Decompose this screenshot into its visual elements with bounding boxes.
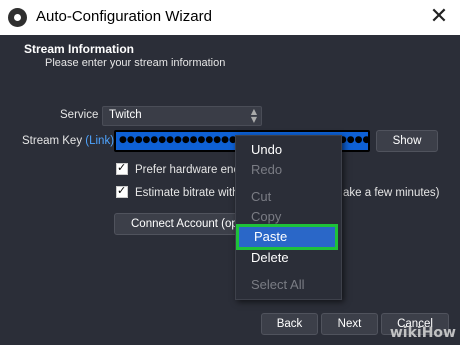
menu-item-paste[interactable]: Paste (236, 224, 338, 250)
context-menu: Undo Redo Cut Copy Paste Delete Select A… (235, 135, 342, 300)
page-subheading: Please enter your stream information (45, 57, 226, 69)
spin-arrows-icon: ▲ ▼ (250, 107, 257, 124)
service-label: Service (60, 109, 99, 121)
stream-key-label: Stream Key (Link) (22, 135, 114, 147)
next-button[interactable]: Next (321, 313, 378, 335)
menu-item-copy: Copy (251, 209, 282, 224)
wikihow-watermark: wikiHow (389, 325, 456, 341)
page-heading: Stream Information (24, 42, 135, 56)
prefer-hardware-checkbox-icon[interactable] (116, 161, 128, 175)
show-button[interactable]: Show (376, 130, 438, 152)
estimate-bitrate-label: Estimate bitrate with (135, 187, 239, 199)
menu-item-delete[interactable]: Delete (236, 248, 341, 268)
stream-key-text: Stream Key (22, 135, 83, 147)
obs-logo-icon (8, 8, 27, 27)
menu-item-cut: Cut (251, 189, 272, 204)
service-value: Twitch (109, 109, 142, 121)
menu-item-redo: Redo (251, 162, 283, 177)
estimate-bitrate-checkbox-icon[interactable] (116, 184, 128, 198)
stream-key-link[interactable]: (Link) (85, 135, 114, 147)
window-title: Auto-Configuration Wizard (36, 8, 212, 25)
back-button[interactable]: Back (261, 313, 318, 335)
menu-item-select-all: Select All (251, 277, 305, 292)
estimate-bitrate-suffix: ake a few minutes) (343, 187, 440, 199)
connect-account-button[interactable]: Connect Account (opt (114, 213, 248, 235)
service-select[interactable]: Twitch ▲ ▼ (102, 106, 262, 126)
close-icon[interactable]: ✕ (426, 4, 452, 30)
wizard-content: Stream Information Please enter your str… (0, 35, 460, 345)
menu-item-undo[interactable]: Undo (236, 140, 341, 160)
prefer-hardware-label: Prefer hardware enco (135, 164, 246, 176)
title-bar: Auto-Configuration Wizard ✕ (0, 0, 460, 35)
